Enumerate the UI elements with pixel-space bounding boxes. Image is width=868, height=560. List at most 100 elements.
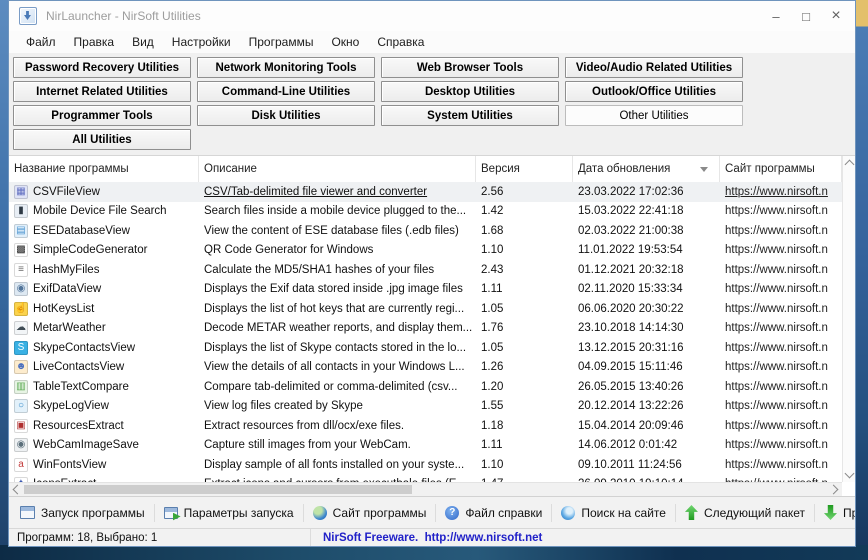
cell-version: 1.11	[481, 283, 503, 296]
menu-item-view[interactable]: Вид	[123, 35, 163, 49]
cell-updated: 11.01.2022 19:53:54	[578, 244, 683, 257]
table-row[interactable]: ☁ MetarWeather Decode METAR weather report…	[9, 319, 842, 339]
category-programmer-tools[interactable]: Programmer Tools	[13, 105, 191, 126]
sort-indicator-icon	[700, 166, 708, 172]
cell-site[interactable]: https://www.nirsoft.n	[720, 225, 842, 237]
cell-description: Capture still images from your WebCam.	[204, 439, 411, 452]
cell-site[interactable]: https://www.nirsoft.n	[720, 439, 842, 451]
cell-updated: 15.04.2014 20:09:46	[578, 419, 684, 432]
menu-item-help[interactable]: Справка	[368, 35, 433, 49]
cell-description: View the content of ESE database files (…	[204, 224, 459, 237]
column-header-description[interactable]: Описание	[199, 156, 476, 182]
cell-site[interactable]: https://www.nirsoft.n	[720, 264, 842, 276]
program-name: CSVFileView	[33, 185, 100, 198]
cell-version: 1.20	[481, 380, 504, 393]
table-row[interactable]: S SkypeContactsView Displays the list of S…	[9, 338, 842, 358]
cell-updated: 02.03.2022 21:00:38	[578, 224, 684, 237]
cell-site[interactable]: https://www.nirsoft.n	[720, 361, 842, 373]
nirsoft-freeware-link[interactable]: NirSoft Freeware. http://www.nirsoft.net	[311, 532, 542, 544]
table-row[interactable]: ☝ HotKeysList Displays the list of hot key…	[9, 299, 842, 319]
search-site-button[interactable]: Поиск на сайте	[553, 497, 674, 528]
resources-extract-icon: ▣	[14, 418, 28, 433]
toolbar-separator	[435, 503, 437, 522]
cell-site[interactable]: https://www.nirsoft.n	[720, 283, 842, 295]
cell-name: ≡ HashMyFiles	[9, 262, 199, 277]
scroll-up-icon[interactable]	[844, 159, 854, 170]
app-icon	[19, 7, 37, 25]
table-row[interactable]: ◉ ExifDataView Displays the Exif data stor…	[9, 280, 842, 300]
menu-item-edit[interactable]: Правка	[65, 35, 124, 49]
category-internet-related-utilities[interactable]: Internet Related Utilities	[13, 81, 191, 102]
table-row[interactable]: ▥ TableTextCompare Compare tab-delimited o…	[9, 377, 842, 397]
table-row[interactable]: ▣ ResourcesExtract Extract resources from …	[9, 416, 842, 436]
help-file-button[interactable]: ? Файл справки	[437, 497, 550, 528]
scroll-down-icon[interactable]	[844, 468, 854, 479]
table-row[interactable]: ◉ WebCamImageSave Capture still images fro…	[9, 436, 842, 456]
cell-version: 1.76	[481, 322, 504, 335]
category-other-utilities[interactable]: Other Utilities	[565, 105, 743, 126]
category-video-audio-related-utilities[interactable]: Video/Audio Related Utilities	[565, 57, 743, 78]
cell-name: a WinFontsView	[9, 457, 199, 472]
category-all-utilities[interactable]: All Utilities	[13, 129, 191, 150]
column-header-site[interactable]: Сайт программы	[720, 156, 842, 182]
csv-file-icon: ▦	[14, 184, 28, 199]
cell-site[interactable]: https://www.nirsoft.n	[720, 400, 842, 412]
column-header-name[interactable]: Название программы	[9, 156, 199, 182]
table-row[interactable]: a WinFontsView Display sample of all fonts…	[9, 455, 842, 475]
cell-site[interactable]: https://www.nirsoft.n	[720, 322, 842, 334]
cell-site[interactable]: https://www.nirsoft.n	[720, 381, 842, 393]
category-network-monitoring-tools[interactable]: Network Monitoring Tools	[197, 57, 375, 78]
program-name: ExifDataView	[33, 283, 102, 296]
minimize-button[interactable]: –	[761, 3, 791, 29]
table-row[interactable]: ✦IconsExtractExtract icons and cursors f…	[9, 475, 842, 482]
column-header-version[interactable]: Версия	[476, 156, 573, 182]
category-row: Programmer Tools Disk Utilities System Uti…	[13, 105, 855, 126]
column-label: Описание	[204, 163, 257, 175]
table-row[interactable]: ▤ ESEDatabaseView View the content of ESE …	[9, 221, 842, 241]
live-contacts-icon: ☻	[14, 360, 28, 375]
category-command-line-utilities[interactable]: Command-Line Utilities	[197, 81, 375, 102]
cell-site[interactable]: https://www.nirsoft.n	[720, 244, 842, 256]
table-row[interactable]: ≡ HashMyFiles Calculate the MD5/SHA1 hashe…	[9, 260, 842, 280]
run-parameters-button[interactable]: Параметры запуска	[156, 497, 302, 528]
category-desktop-utilities[interactable]: Desktop Utilities	[381, 81, 559, 102]
horizontal-scroll-track[interactable]	[21, 483, 830, 496]
close-button[interactable]: ×	[821, 3, 851, 29]
cell-name: ▩ SimpleCodeGenerator	[9, 243, 199, 258]
menu-item-programs[interactable]: Программы	[240, 35, 323, 49]
cell-site[interactable]: https://www.nirsoft.n	[720, 205, 842, 217]
cell-site[interactable]: https://www.nirsoft.n	[720, 420, 842, 432]
scroll-right-icon[interactable]	[828, 484, 839, 495]
cell-description: Search files inside a mobile device plug…	[204, 205, 467, 218]
weather-icon: ☁	[14, 321, 28, 336]
vertical-scrollbar[interactable]	[842, 156, 855, 482]
column-header-updated[interactable]: Дата обновления	[573, 156, 720, 182]
table-row[interactable]: ▦ CSVFileView CSV/Tab-delimited file viewe…	[9, 182, 842, 202]
category-outlook-office-utilities[interactable]: Outlook/Office Utilities	[565, 81, 743, 102]
table-row[interactable]: ☻ LiveContactsView View the details of all…	[9, 358, 842, 378]
cell-site[interactable]: https://www.nirsoft.n	[720, 303, 842, 315]
menu-item-options[interactable]: Настройки	[163, 35, 240, 49]
table-row[interactable]: ○ SkypeLogView View log files created by S…	[9, 397, 842, 417]
cell-site[interactable]: https://www.nirsoft.n	[720, 186, 842, 198]
category-system-utilities[interactable]: System Utilities	[381, 105, 559, 126]
cell-description: CSV/Tab-delimited file viewer and conver…	[204, 185, 428, 198]
run-program-button[interactable]: Запуск программы	[12, 497, 153, 528]
horizontal-scrollbar[interactable]	[9, 482, 842, 496]
status-bar: Программ: 18, Выбрано: 1 NirSoft Freewar…	[9, 528, 855, 546]
cell-site[interactable]: https://www.nirsoft.n	[720, 459, 842, 471]
menu-item-file[interactable]: Файл	[17, 35, 65, 49]
previous-package-button[interactable]: Пр	[816, 497, 855, 528]
maximize-button[interactable]: □	[791, 3, 821, 29]
category-disk-utilities[interactable]: Disk Utilities	[197, 105, 375, 126]
category-web-browser-tools[interactable]: Web Browser Tools	[381, 57, 559, 78]
menu-item-window[interactable]: Окно	[322, 35, 368, 49]
cell-site[interactable]: https://www.nirsoft.n	[720, 342, 842, 354]
program-website-button[interactable]: Сайт программы	[305, 497, 435, 528]
next-package-button[interactable]: Следующий пакет	[677, 497, 813, 528]
horizontal-scroll-thumb[interactable]	[24, 485, 412, 494]
skype-log-icon: ○	[14, 399, 28, 414]
table-row[interactable]: ▩ SimpleCodeGenerator QR Code Generator fo…	[9, 241, 842, 261]
category-password-recovery-utilities[interactable]: Password Recovery Utilities	[13, 57, 191, 78]
table-row[interactable]: ▮ Mobile Device File Search Search files i…	[9, 202, 842, 222]
